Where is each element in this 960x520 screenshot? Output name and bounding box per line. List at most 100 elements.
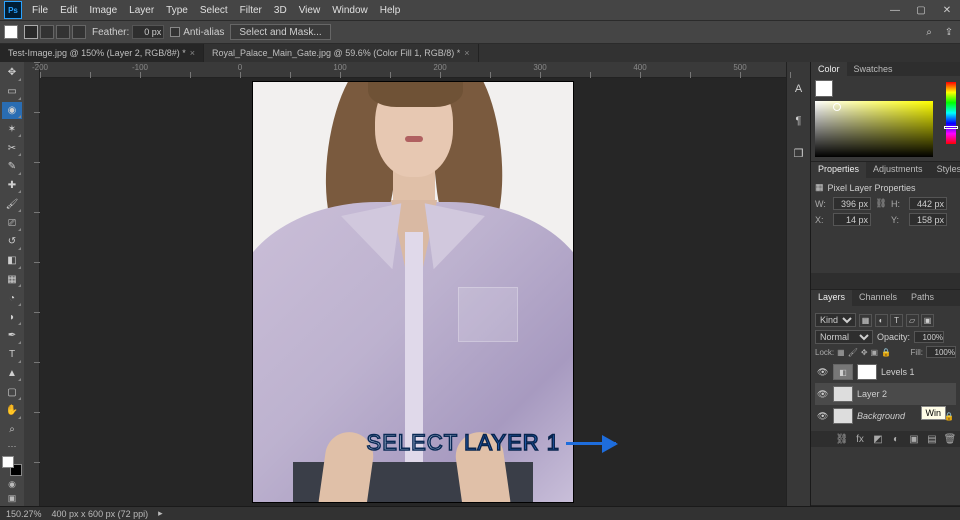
paragraph-panel-icon[interactable]: ¶ [790,112,808,130]
menu-file[interactable]: File [26,5,54,16]
visibility-eye-icon[interactable]: 👁 [817,367,829,378]
marquee-tool-icon[interactable]: ▭ [2,83,22,101]
tab-channels[interactable]: Channels [852,290,904,306]
new-adjustment-icon[interactable]: ◐ [890,433,902,445]
visibility-eye-icon[interactable]: 👁 [817,411,829,422]
layer-row[interactable]: 👁 Layer 2 [815,383,956,405]
move-tool-icon[interactable]: ✥ [2,64,22,82]
brush-tool-icon[interactable]: 🖌 [2,195,22,213]
lock-all-icon[interactable]: 🔒 [881,348,891,357]
menu-view[interactable]: View [293,5,327,16]
selection-add-icon[interactable] [40,25,54,39]
close-tab-icon[interactable]: × [464,48,469,58]
zoom-tool-icon[interactable]: ⌕ [2,421,22,439]
stamp-tool-icon[interactable]: ⎚ [2,214,22,232]
filter-type-icon[interactable]: T [890,314,903,327]
history-brush-tool-icon[interactable]: ↺ [2,233,22,251]
chevron-right-icon[interactable]: ▸ [158,508,163,519]
filter-shape-icon[interactable]: ▱ [906,314,919,327]
tab-swatches[interactable]: Swatches [847,62,900,76]
layer-mask-thumb[interactable] [857,364,877,380]
selection-subtract-icon[interactable] [56,25,70,39]
menu-help[interactable]: Help [374,5,407,16]
tab-styles[interactable]: Styles [930,162,960,178]
window-maximize-icon[interactable]: ▢ [908,0,934,20]
tab-layers[interactable]: Layers [811,290,852,306]
select-and-mask-button[interactable]: Select and Mask... [230,24,330,40]
link-wh-icon[interactable]: ⛓ [875,198,887,209]
healing-tool-icon[interactable]: ✚ [2,177,22,195]
zoom-readout[interactable]: 150.27% [6,509,42,519]
layer-filter-kind[interactable]: Kind [815,313,856,327]
search-icon[interactable]: ⌕ [922,25,936,39]
menu-select[interactable]: Select [194,5,234,16]
add-mask-icon[interactable]: ◩ [872,433,884,445]
lock-paint-icon[interactable]: 🖌 [848,348,858,357]
menu-type[interactable]: Type [160,5,194,16]
width-input[interactable] [833,197,871,210]
tab-paths[interactable]: Paths [904,290,941,306]
link-layers-icon[interactable]: ⛓ [836,433,848,445]
lock-artboard-icon[interactable]: ▣ [871,348,879,357]
close-tab-icon[interactable]: × [190,48,195,58]
crop-tool-icon[interactable]: ✂ [2,139,22,157]
shape-tool-icon[interactable]: ▢ [2,383,22,401]
height-input[interactable] [909,197,947,210]
canvas[interactable]: SELECT LAYER 1 [40,78,786,506]
selection-intersect-icon[interactable] [72,25,86,39]
window-close-icon[interactable]: ✕ [934,0,960,20]
hue-slider[interactable] [946,82,956,144]
quick-select-tool-icon[interactable]: ✶ [2,120,22,138]
selection-new-icon[interactable] [24,25,38,39]
menu-3d[interactable]: 3D [268,5,293,16]
antialias-checkbox[interactable] [170,27,180,37]
new-layer-icon[interactable]: ▤ [926,433,938,445]
screen-mode-icon[interactable]: ▣ [2,492,22,506]
window-minimize-icon[interactable]: — [882,0,908,20]
menu-filter[interactable]: Filter [234,5,268,16]
tab-color[interactable]: Color [811,62,847,76]
dodge-tool-icon[interactable]: ◗ [2,308,22,326]
layer-row[interactable]: 👁 ◧ Levels 1 [815,361,956,383]
3d-panel-icon[interactable]: ❒ [790,144,808,162]
blend-mode-select[interactable]: Normal [815,330,873,344]
tool-preset-icon[interactable] [4,25,18,39]
filter-pixel-icon[interactable]: ▦ [859,314,872,327]
filter-adjust-icon[interactable]: ◐ [875,314,888,327]
lasso-tool-icon[interactable]: ◉ [2,102,22,120]
color-picker[interactable] [815,101,933,157]
edit-toolbar-icon[interactable]: ⋯ [2,440,22,454]
eraser-tool-icon[interactable]: ◧ [2,252,22,270]
x-input[interactable] [833,213,871,226]
menu-image[interactable]: Image [83,5,123,16]
menu-window[interactable]: Window [326,5,374,16]
pen-tool-icon[interactable]: ✒ [2,327,22,345]
document-tab[interactable]: Test-Image.jpg @ 150% (Layer 2, RGB/8#) … [0,44,204,62]
delete-layer-icon[interactable]: 🗑 [944,433,956,445]
quick-mask-icon[interactable]: ◉ [2,477,22,491]
filter-smart-icon[interactable]: ▣ [921,314,934,327]
tab-adjustments[interactable]: Adjustments [866,162,930,178]
layer-style-icon[interactable]: fx [854,433,866,445]
feather-input[interactable] [132,25,164,39]
menu-edit[interactable]: Edit [54,5,83,16]
path-select-tool-icon[interactable]: ▲ [2,365,22,383]
layer-name[interactable]: Levels 1 [881,367,954,377]
lock-transparent-icon[interactable]: ▦ [837,348,845,357]
share-icon[interactable]: ⇪ [942,25,956,39]
character-panel-icon[interactable]: A [790,80,808,98]
layer-name[interactable]: Layer 2 [857,389,954,399]
document-info[interactable]: 400 px x 600 px (72 ppi) [52,509,149,519]
tab-properties[interactable]: Properties [811,162,866,178]
document-tab[interactable]: Royal_Palace_Main_Gate.jpg @ 59.6% (Colo… [204,44,479,62]
fill-input[interactable] [926,346,956,358]
y-input[interactable] [909,213,947,226]
menu-layer[interactable]: Layer [123,5,160,16]
foreground-swatch[interactable] [815,80,833,96]
visibility-eye-icon[interactable]: 👁 [817,389,829,400]
type-tool-icon[interactable]: T [2,346,22,364]
hand-tool-icon[interactable]: ✋ [2,402,22,420]
foreground-background-colors[interactable] [2,456,22,476]
opacity-input[interactable] [914,331,944,343]
gradient-tool-icon[interactable]: ▦ [2,271,22,289]
